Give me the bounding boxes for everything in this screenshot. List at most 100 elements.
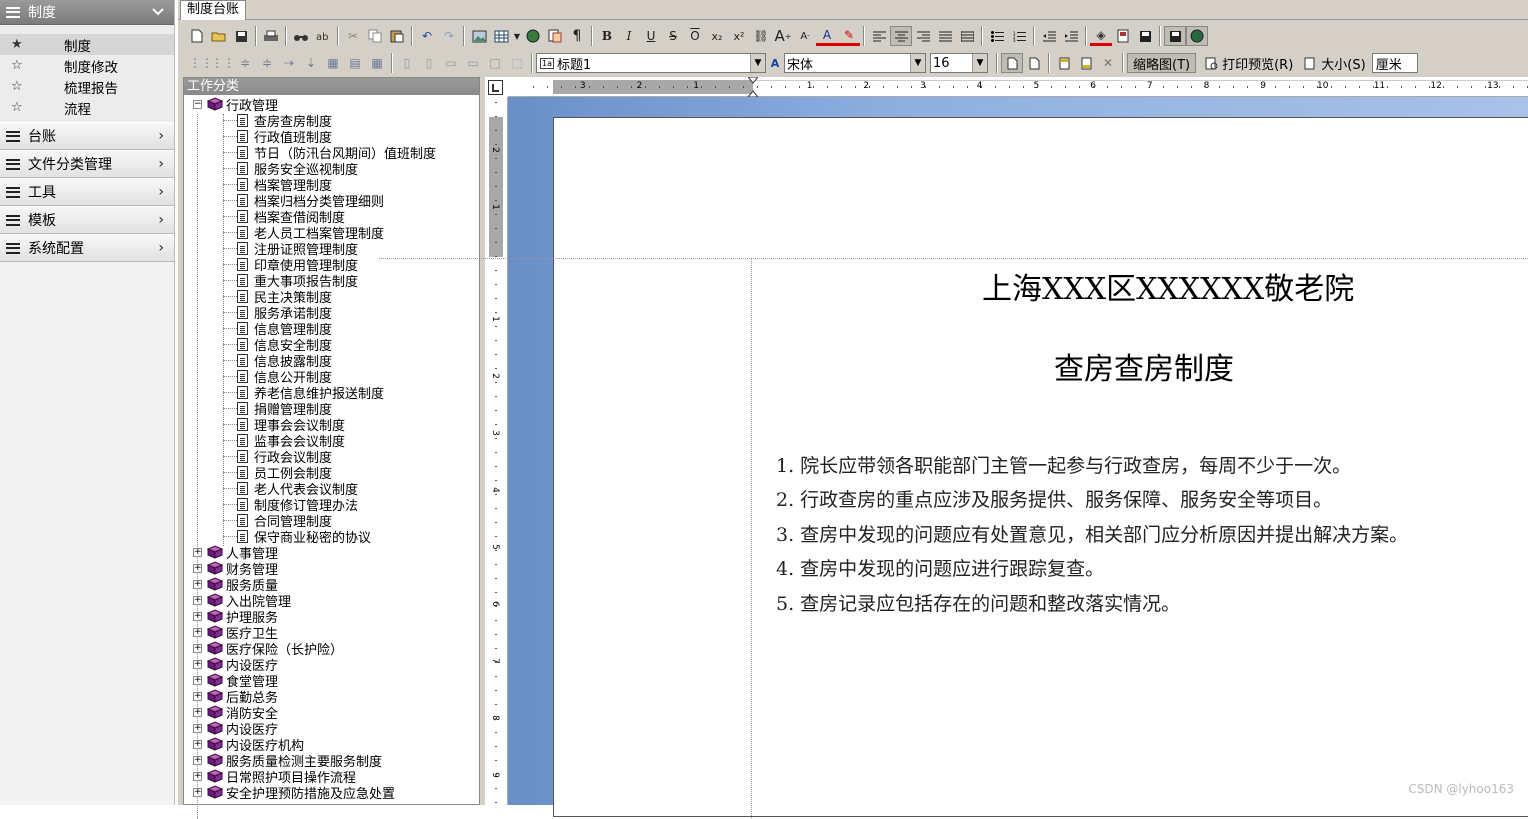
expand-icon[interactable]: + [193,595,202,605]
italic-icon[interactable]: I [618,26,640,46]
web-view-icon[interactable] [1023,53,1045,73]
expand-icon[interactable]: + [193,547,202,557]
expand-icon[interactable]: + [193,611,202,621]
font-color-icon[interactable]: A [816,26,838,46]
page-setup-icon[interactable] [1112,26,1134,46]
size-button[interactable]: 大小(S) [1321,53,1369,73]
open-folder-icon[interactable] [208,26,230,46]
shrink-font-icon[interactable]: A- [794,26,816,46]
nav-subitem-liucheng[interactable]: ☆ 流程 [0,97,174,118]
copy-icon[interactable] [364,26,386,46]
paragraph-mark-icon[interactable]: ¶ [566,26,588,46]
link-chain-icon[interactable]: ⛓ [750,26,772,46]
paste-icon[interactable] [386,26,408,46]
print-preview-button[interactable]: 打印预览(R) [1222,53,1297,73]
expand-icon[interactable]: + [193,627,202,637]
highlight-icon[interactable]: ✎ [838,26,860,46]
insert-row-icon[interactable]: ≑ [234,53,256,73]
overline-icon[interactable]: O [684,26,706,46]
vertical-ruler[interactable]: 21123456789 [485,97,508,805]
hyperlink-icon[interactable] [522,26,544,46]
undo-icon[interactable]: ↶ [416,26,438,46]
print-icon[interactable] [260,26,282,46]
distribute-icon[interactable] [956,26,978,46]
new-doc-icon[interactable] [186,26,208,46]
replace-icon[interactable]: ab [312,26,334,46]
expand-icon[interactable]: + [193,563,202,573]
underline-icon[interactable]: U [640,26,662,46]
border-all-icon[interactable]: □ [484,53,506,73]
unit-select[interactable]: 厘米 [1371,53,1418,73]
expand-icon[interactable]: + [193,659,202,669]
expand-icon[interactable]: + [193,691,202,701]
font-style-icon[interactable]: A [766,53,784,73]
tab-zhidu-taizhang[interactable]: 制度台账 [180,0,247,20]
align-center-icon[interactable] [890,26,912,46]
delete-row-icon[interactable]: ≑ [256,53,278,73]
expand-icon[interactable]: + [193,771,202,781]
border-right-icon[interactable]: ▯ [418,53,440,73]
nav-subitem-zhidu[interactable]: ★ 制度 [0,34,174,55]
nav-subitem-shuli-baogao[interactable]: ☆ 梳理报告 [0,76,174,97]
cut-icon[interactable]: ✂ [342,26,364,46]
border-left-icon[interactable]: ▯ [396,53,418,73]
bold-icon[interactable]: B [596,26,618,46]
table-split-icon[interactable]: ⋮⋮ [189,53,213,73]
tree-category[interactable]: + 安全护理预防措施及应急处置 [193,784,395,802]
expand-icon[interactable]: + [193,643,202,653]
insert-table-icon[interactable] [490,26,512,46]
insert-object-icon[interactable] [544,26,566,46]
find-icon[interactable] [290,26,312,46]
decrease-indent-icon[interactable] [1038,26,1060,46]
superscript-icon[interactable]: x² [728,26,750,46]
expand-icon[interactable]: + [193,675,202,685]
number-list-icon[interactable]: 123 [1008,26,1030,46]
expand-icon[interactable]: + [193,723,202,733]
bullet-list-icon[interactable] [986,26,1008,46]
cell-props-icon[interactable]: ▦ [322,53,344,73]
expand-icon[interactable]: + [193,755,202,765]
subscript-icon[interactable]: x₂ [706,26,728,46]
horizontal-ruler[interactable]: 32112345678910111213 [508,77,1528,97]
align-right-icon[interactable] [912,26,934,46]
document-page[interactable]: 上海XXX区XXXXXX敬老院 查房查房制度 1. 院长应带领各职能部门主管一起… [379,117,1528,818]
nav-subitem-zhidu-xiugai[interactable]: ☆ 制度修改 [0,55,174,76]
insert-image-icon[interactable] [468,26,490,46]
web-globe-icon[interactable] [1186,26,1208,46]
border-top-icon[interactable]: ▭ [440,53,462,73]
save-active-icon[interactable] [1164,26,1186,46]
fill-color-icon[interactable]: ◈ [1090,26,1112,46]
expand-icon[interactable]: + [193,579,202,589]
nav-group-xitong-peizhi[interactable]: 系统配置 › [0,234,174,262]
nav-group-wenjian-fenlei[interactable]: 文件分类管理 › [0,150,174,178]
ruler-corner-button[interactable] [488,80,503,95]
grow-font-icon[interactable]: A + [772,26,794,46]
close-x-icon[interactable]: ✕ [1097,53,1119,73]
font-size-select[interactable]: 16 ▼ [930,53,988,73]
nav-group-muban[interactable]: 模板 › [0,206,174,234]
border-none-icon[interactable]: ⬚ [506,53,528,73]
expand-icon[interactable]: + [193,707,202,717]
nav-group-taizhang[interactable]: 台账 › [0,122,174,150]
expand-icon[interactable]: + [193,787,202,797]
collapse-icon[interactable]: − [193,99,202,109]
header-icon[interactable] [1053,53,1075,73]
nav-group-gongju[interactable]: 工具 › [0,178,174,206]
font-select[interactable]: 宋体 ▼ [784,53,926,73]
footer-icon[interactable] [1075,53,1097,73]
delete-col-icon[interactable]: ⇣ [300,53,322,73]
dropdown-arrow-icon[interactable]: ▼ [512,26,522,46]
redo-icon[interactable]: ↷ [438,26,460,46]
table-grid-icon[interactable]: ▦ [366,53,388,73]
page-view-icon[interactable] [1001,53,1023,73]
expand-icon[interactable]: + [193,739,202,749]
justify-icon[interactable] [934,26,956,46]
save-icon[interactable] [230,26,252,46]
strikethrough-icon[interactable]: S [662,26,684,46]
style-select[interactable]: 1a 标题1 ▼ [536,53,766,73]
border-bottom-icon[interactable]: ▭ [462,53,484,73]
align-left-icon[interactable] [868,26,890,46]
thumbnail-button[interactable]: 缩略图(T) [1127,53,1197,73]
table-merge-icon[interactable]: ⋮⋮ [211,53,235,73]
save-disk-icon[interactable] [1134,26,1156,46]
